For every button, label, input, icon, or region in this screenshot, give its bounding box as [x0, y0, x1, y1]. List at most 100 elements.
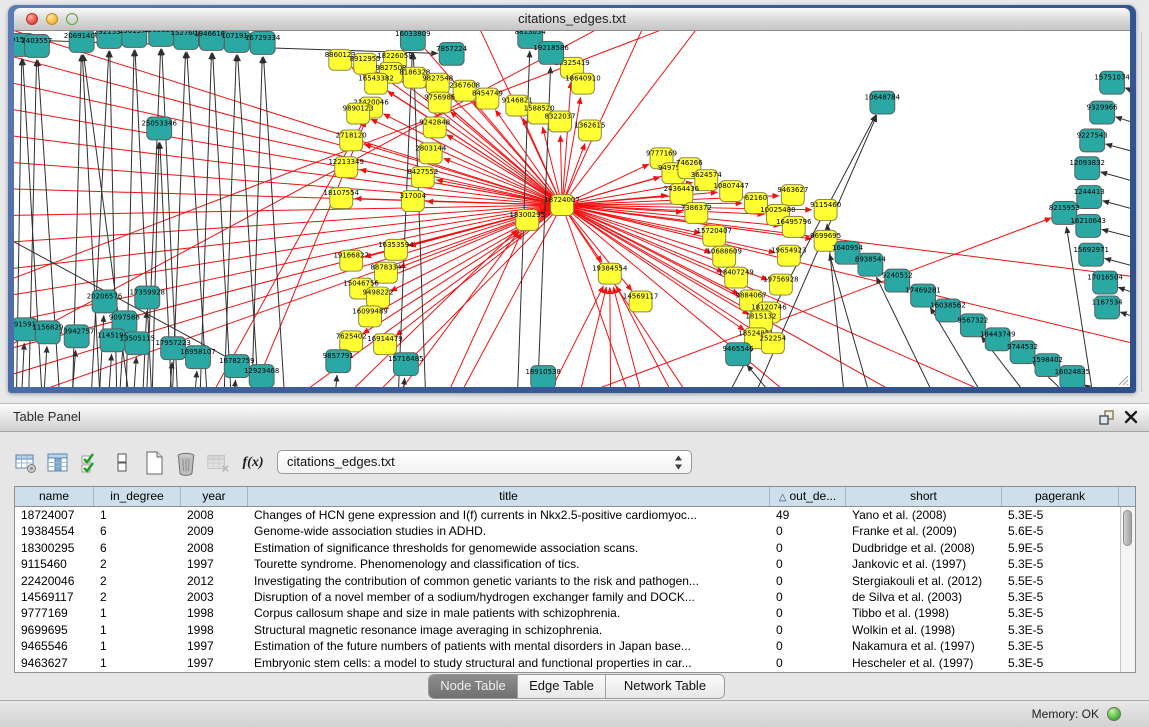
- graph-node[interactable]: 16210643: [1071, 214, 1106, 237]
- graph-node[interactable]: 7386372: [681, 203, 712, 224]
- table-row[interactable]: 1938455462009Genome-wide association stu…: [15, 523, 1120, 539]
- graph-node[interactable]: 16914479: [367, 334, 402, 355]
- graph-node[interactable]: 10688609: [706, 246, 741, 267]
- column-header-short[interactable]: short: [846, 487, 1002, 506]
- graph-node[interactable]: 7625402: [336, 331, 367, 352]
- graph-node[interactable]: 16024835: [1055, 366, 1090, 387]
- network-window-titlebar[interactable]: citations_edges.txt: [14, 8, 1130, 31]
- graph-node[interactable]: 15751074: [1094, 71, 1130, 94]
- table-selector-dropdown[interactable]: citations_edges.txt: [277, 450, 692, 474]
- citation-edge-black: [747, 365, 800, 387]
- table-row[interactable]: 1872400712008Changes of HCN gene express…: [15, 507, 1120, 523]
- column-header-in-degree[interactable]: in_degree: [94, 487, 181, 506]
- close-window-button[interactable]: [26, 13, 38, 25]
- graph-node[interactable]: 16729334: [245, 31, 281, 54]
- graph-node[interactable]: 13942757: [59, 325, 94, 348]
- graph-node[interactable]: 17359928: [130, 286, 165, 309]
- graph-node-label: 17957223: [155, 339, 190, 347]
- graph-node[interactable]: 15692971: [1074, 243, 1109, 266]
- table-row[interactable]: 969969511998Structural magnetic resonanc…: [15, 622, 1120, 638]
- graph-node[interactable]: 1167534: [1092, 296, 1124, 319]
- table-scrollbar[interactable]: [1120, 507, 1135, 672]
- column-header-name[interactable]: name: [15, 487, 94, 506]
- table-cell: 0: [770, 638, 846, 654]
- row-selection-icon[interactable]: [78, 450, 102, 476]
- graph-node[interactable]: 19756928: [763, 274, 798, 295]
- graph-node-label: 8813054: [515, 31, 547, 36]
- citation-edge-black: [42, 346, 47, 387]
- table-row[interactable]: 946554611997Estimation of the future num…: [15, 638, 1120, 654]
- graph-node[interactable]: 9463627: [777, 185, 808, 206]
- graph-node[interactable]: 25053346: [142, 117, 177, 140]
- graph-node[interactable]: 19218586: [533, 41, 568, 64]
- graph-node[interactable]: 19384554: [592, 263, 628, 284]
- close-panel-icon[interactable]: [1123, 409, 1139, 425]
- table-row[interactable]: 1830029562008Estimation of significance …: [15, 540, 1120, 556]
- minimize-window-button[interactable]: [46, 13, 58, 25]
- graph-node[interactable]: 2803144: [415, 143, 447, 164]
- network-canvas[interactable]: 1872400788601238912955182260589827508165…: [14, 31, 1130, 387]
- graph-node[interactable]: 18910538: [525, 366, 560, 387]
- graph-node[interactable]: 317004: [400, 191, 427, 212]
- table-cell: 1: [94, 622, 181, 638]
- graph-node[interactable]: 8454749: [472, 88, 503, 109]
- tab-edge-table[interactable]: Edge Table: [518, 675, 606, 698]
- graph-node-label: 1362615: [574, 121, 605, 129]
- table-row[interactable]: 977716911998Corpus callosum shape and si…: [15, 605, 1120, 621]
- graph-node[interactable]: 8427552: [407, 167, 438, 188]
- graph-node[interactable]: 16353594: [378, 239, 414, 260]
- graph-node[interactable]: 9465546: [723, 343, 754, 366]
- show-column-icon[interactable]: [46, 450, 70, 476]
- graph-node[interactable]: 9227543: [1077, 129, 1108, 152]
- graph-node[interactable]: 16033809: [395, 31, 430, 50]
- graph-node[interactable]: 9890123: [343, 103, 374, 124]
- graph-node[interactable]: 12093832: [1070, 157, 1105, 180]
- graph-node[interactable]: 15716485: [388, 353, 423, 376]
- graph-node[interactable]: 19166827: [333, 250, 368, 271]
- graph-node[interactable]: 10648784: [865, 91, 901, 114]
- table-row[interactable]: 946362711997Embryonic stem cells: a mode…: [15, 655, 1120, 671]
- tab-node-table[interactable]: Node Table: [429, 675, 518, 698]
- graph-node[interactable]: 20206576: [87, 290, 122, 313]
- graph-node[interactable]: 16099489: [352, 306, 387, 327]
- graph-node[interactable]: 9498222: [363, 287, 394, 308]
- function-builder-icon[interactable]: f(x): [238, 455, 268, 471]
- column-header-pagerank[interactable]: pagerank: [1002, 487, 1119, 506]
- table-mode-icon[interactable]: [14, 450, 38, 476]
- zoom-window-button[interactable]: [66, 13, 78, 25]
- graph-node[interactable]: 2718120: [336, 130, 367, 151]
- graph-node[interactable]: 16958107: [180, 346, 215, 369]
- graph-node-label: 2367608: [449, 82, 480, 90]
- table-row[interactable]: 2242004622012Investigating the contribut…: [15, 573, 1120, 589]
- graph-node[interactable]: 9242848: [419, 117, 450, 138]
- table-scrollbar-thumb[interactable]: [1123, 510, 1132, 546]
- graph-node[interactable]: 9115460: [810, 200, 841, 221]
- table-row[interactable]: 911546021997Tourette syndrome. Phenomeno…: [15, 556, 1120, 572]
- graph-node[interactable]: 9857791: [323, 350, 354, 373]
- graph-node[interactable]: 2403557: [21, 34, 52, 57]
- graph-node[interactable]: 13505115: [120, 332, 155, 355]
- memory-status-indicator-icon[interactable]: [1107, 707, 1121, 721]
- graph-node[interactable]: 9756985: [424, 92, 455, 113]
- delete-column-trash-icon[interactable]: [174, 450, 198, 476]
- window-resize-grip[interactable]: [1115, 372, 1129, 386]
- graph-node[interactable]: 9329966: [1087, 101, 1118, 124]
- new-table-icon[interactable]: [142, 450, 166, 476]
- graph-node[interactable]: 1362615: [574, 120, 605, 141]
- graph-node[interactable]: 16495796: [776, 216, 811, 237]
- tab-network-table[interactable]: Network Table: [606, 675, 724, 698]
- table-cell: 5.3E-5: [1002, 507, 1119, 523]
- column-header-year[interactable]: year: [181, 487, 248, 506]
- graph-node[interactable]: 12923468: [244, 365, 279, 387]
- table-row[interactable]: 1456911722003Disruption of a novel membe…: [15, 589, 1120, 605]
- graph-node[interactable]: 252254: [760, 333, 787, 354]
- column-header-title[interactable]: title: [248, 487, 770, 506]
- graph-node[interactable]: 8322037: [545, 111, 576, 132]
- graph-node[interactable]: 17016504: [1087, 271, 1123, 294]
- column-header-out-de-[interactable]: △out_de...: [770, 487, 846, 506]
- graph-node[interactable]: 18407249: [718, 267, 753, 288]
- rows-icon[interactable]: [110, 450, 134, 476]
- memory-status-label: Memory: OK: [1032, 701, 1099, 727]
- float-panel-icon[interactable]: [1098, 409, 1115, 426]
- graph-node[interactable]: 7857224: [436, 42, 468, 65]
